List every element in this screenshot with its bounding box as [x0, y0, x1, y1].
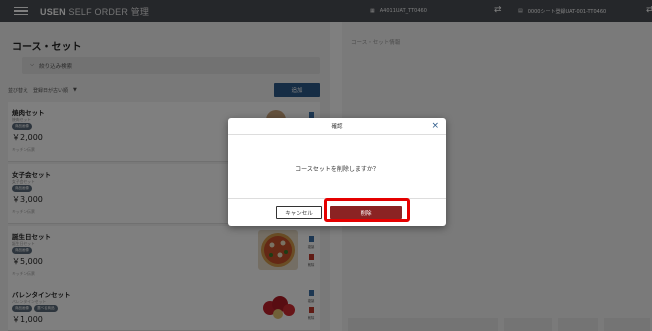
cancel-button[interactable]: キャンセル: [276, 206, 322, 219]
dialog-header: 確認 ×: [228, 118, 446, 135]
dialog-title: 確認: [331, 124, 343, 130]
delete-button-highlight: [324, 198, 410, 222]
close-icon[interactable]: ×: [431, 121, 439, 131]
dialog-message: コースセットを削除しますか？: [295, 166, 379, 173]
